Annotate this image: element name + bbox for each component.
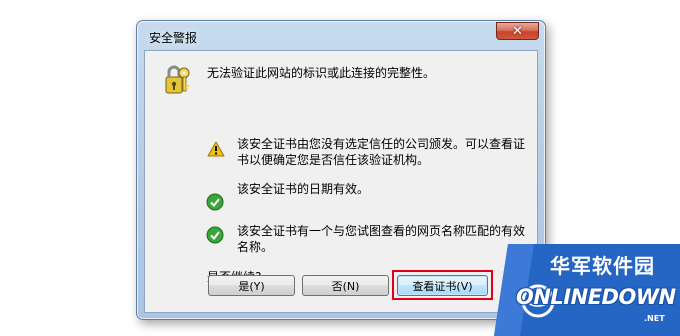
watermark-cn: 华军软件园 xyxy=(550,254,655,278)
check-icon xyxy=(206,226,224,244)
highlight-box xyxy=(392,270,493,300)
lock-key-icon xyxy=(165,65,190,94)
watermark: 华军软件园 ONLINEDOWN .NET xyxy=(494,244,680,336)
main-message: 无法验证此网站的标识或此连接的完整性。 xyxy=(207,66,436,80)
close-button[interactable]: ✕ xyxy=(496,22,539,40)
warning-message: 该安全证书由您没有选定信任的公司颁发。可以查看证书以便确定您是否信任该验证机构。 xyxy=(237,137,526,167)
watermark-en: ONLINEDOWN xyxy=(516,285,676,309)
date-valid-message: 该安全证书的日期有效。 xyxy=(237,182,370,196)
yes-button[interactable]: 是(Y) xyxy=(208,275,295,296)
close-icon: ✕ xyxy=(512,23,523,39)
warning-icon xyxy=(207,141,225,157)
check-icon xyxy=(206,193,224,211)
watermark-suffix: .NET xyxy=(644,314,665,323)
title-bar[interactable]: 安全警报 ✕ xyxy=(137,21,545,49)
no-button[interactable]: 否(N) xyxy=(302,275,389,296)
name-valid-message: 该安全证书有一个与您试图查看的网页名称匹配的有效名称。 xyxy=(237,224,526,254)
window-title: 安全警报 xyxy=(149,31,198,45)
